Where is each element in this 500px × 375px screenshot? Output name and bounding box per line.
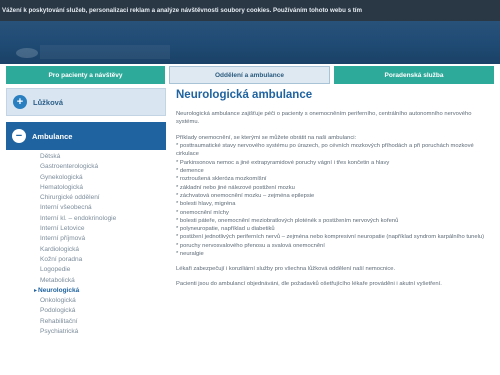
tab-pro-pacienty[interactable]: Pro pacienty a návštěvy [6,66,165,84]
logo-icon[interactable] [16,48,38,58]
sidebar-item-label: Interní příjmová [40,235,86,243]
list-item: * neuralgie [176,251,204,258]
sidebar-item[interactable]: Logopedie [6,265,166,275]
main-tabs: Pro pacienty a návštěvy Oddělení a ambul… [0,64,500,86]
header-banner [40,45,170,59]
list-item: * záchvatová onemocnění mozku – zejména … [176,192,315,199]
sidebar-item-label: Gynekologická [40,173,83,181]
sidebar-nav: + Lůžková − Ambulance Dětská Gastroentero… [6,86,166,375]
sidebar-item[interactable]: Gastroenterologická [6,162,166,172]
sidebar-item-label: Neurologická [38,286,80,294]
sidebar-item-label: Podologická [40,307,76,315]
sidebar-item-label: Onkologická [40,297,76,305]
list-item: * bolesti páteře, onemocnění meziobratlo… [176,217,399,224]
consult-note: Lékaři zabezpečují i konziliární služby … [176,266,396,273]
sidebar-item[interactable]: Gynekologická [6,173,166,183]
list-item: * bolesti hlavy, migréna [176,201,236,208]
plus-icon: + [13,95,27,109]
site-header [0,21,500,67]
list-item: * Parkinsonova nemoc a jiné extrapyramid… [176,159,390,166]
sidebar-item-active[interactable]: ▸Neurologická [6,286,166,296]
list-item: * polyneuropatie, například u diabetiků [176,226,275,233]
sidebar-item[interactable]: Rehabilitační [6,317,166,327]
list-item: * onemocnění míchy [176,209,229,216]
sidebar-item-label: Logopedie [40,266,71,274]
sidebar-item[interactable]: Onkologická [6,296,166,306]
sidebar-item-label: Metabolická [40,276,75,284]
sidebar-item[interactable]: Kardiologická [6,245,166,255]
sidebar-item-label: Kardiologická [40,245,80,253]
sidebar-item-label: Interní Letovice [40,225,85,233]
sidebar-item-label: Kožní poradna [40,255,83,263]
sidebar-item[interactable]: Dětská [6,152,166,162]
sidebar-section-label: Lůžková [33,97,64,107]
sidebar-item[interactable]: Kožní poradna [6,255,166,265]
list-item: * poruchy nervosvalového přenosu a svalo… [176,242,325,249]
sidebar-ambulance-list: Dětská Gastroenterologická Gynekologická He… [6,152,166,375]
arrow-right-icon: ▸ [34,287,38,294]
list-item: * posttraumatické stavy nervového systém… [176,143,474,158]
examples-heading: Příklady onemocnění, se kterými se můžet… [176,135,357,142]
page-title: Neurologická ambulance [176,89,313,101]
intro-paragraph: Neurologická ambulance zajišťuje péči o … [176,111,472,125]
sidebar-item[interactable]: Interní Letovice [6,224,166,234]
sidebar-item[interactable]: Podologická [6,306,166,316]
sidebar-item[interactable]: Metabolická [6,276,166,286]
ordering-paragraph: Pacienti jsou do ambulancí objednáváni, … [176,281,442,288]
tab-oddeleni-a-ambulance[interactable]: Oddělení a ambulance [169,66,330,84]
sidebar-item-label: Interní všeobecná [40,204,92,212]
sidebar-item[interactable]: Hematologická [6,183,166,193]
sidebar-item-label: Interní kl. – endokrinologie [40,214,117,222]
sidebar-item[interactable]: Interní příjmová [6,234,166,244]
sidebar-item-label: Hematologická [40,183,83,191]
sidebar-item-label: Dětská [40,153,61,160]
cookie-consent-text: Vážení k poskytování služeb, personaliza… [2,7,363,14]
list-item: * roztroušená skleróza mozkomíšní [176,176,267,183]
cookie-consent-bar: Vážení k poskytování služeb, personaliza… [0,0,500,21]
sidebar-item-label: Psychiatrická [40,328,79,336]
conditions-list: * posttraumatické stavy nervového systém… [176,142,494,258]
sidebar-item-label: Gastroenterologická [40,163,99,171]
list-item: * postižení jednotlivých periferních ner… [176,234,485,241]
sidebar-item[interactable]: Interní všeobecná [6,203,166,213]
sidebar-item-label: Chirurgické oddělení [40,194,100,202]
sidebar-item[interactable]: Interní kl. – endokrinologie [6,214,166,224]
minus-icon: − [12,129,26,143]
tab-poradenska-sluzba[interactable]: Poradenská služba [334,66,494,84]
list-item: * základní nebo jiné nálezové postižení … [176,184,295,191]
sidebar-section-label: Ambulance [32,131,73,141]
sidebar-item-label: Rehabilitační [40,317,78,325]
sidebar-section-ambulance[interactable]: − Ambulance [6,122,166,150]
list-item: * demence [176,168,204,175]
sidebar-item[interactable]: Chirurgické oddělení [6,193,166,203]
sidebar-section-luzkova[interactable]: + Lůžková [6,88,166,116]
sidebar-item[interactable]: Psychiatrická [6,327,166,337]
main-content: Neurologická ambulance Neurologická ambu… [176,88,494,375]
